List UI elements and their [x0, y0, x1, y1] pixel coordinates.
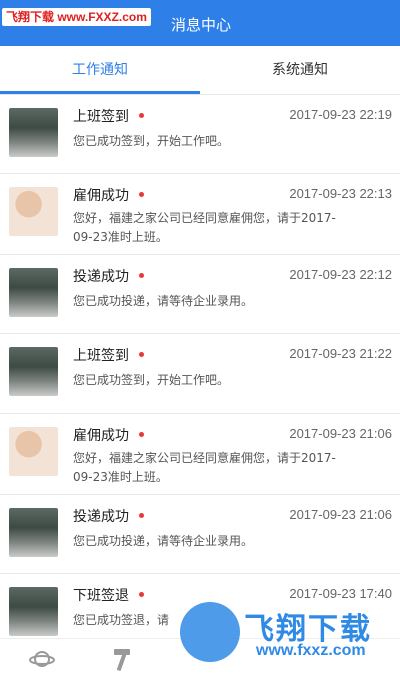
avatar	[9, 187, 58, 236]
app-header: 飞翔下载 www.FXXZ.com 消息中心	[0, 0, 400, 46]
unread-dot	[139, 273, 144, 278]
avatar	[9, 587, 58, 636]
unread-dot	[139, 592, 144, 597]
hammer-icon-svg	[114, 649, 130, 672]
watermark-bottom: 飞翔下载 www.fxxz.com	[178, 600, 392, 666]
message-body: 您已成功签到，开始工作吧。	[73, 373, 230, 387]
list-item[interactable]: 雇佣成功 2017-09-23 21:06 您好，福建之家公司已经同意雇佣您，请…	[0, 414, 400, 495]
message-body: 您好，福建之家公司已经同意雇佣您，请于2017-09-23准时上班。	[73, 211, 336, 244]
hammer-icon[interactable]	[108, 645, 136, 673]
tab-work-notice[interactable]: 工作通知	[0, 46, 200, 94]
unread-dot	[139, 513, 144, 518]
message-title: 上班签到	[73, 348, 129, 364]
watermark-top: 飞翔下载 www.FXXZ.com	[2, 8, 151, 26]
message-title: 投递成功	[73, 269, 129, 285]
message-time: 2017-09-23 21:06	[289, 426, 392, 441]
unread-dot	[139, 432, 144, 437]
list-item[interactable]: 上班签到 2017-09-23 22:19 您已成功签到，开始工作吧。	[0, 95, 400, 174]
planet-icon[interactable]	[28, 645, 56, 673]
avatar	[9, 347, 58, 396]
avatar	[9, 427, 58, 476]
message-body: 您已成功签到，开始工作吧。	[73, 134, 230, 148]
tab-bar: 工作通知 系统通知	[0, 46, 400, 95]
avatar	[9, 268, 58, 317]
list-item[interactable]: 投递成功 2017-09-23 21:06 您已成功投递，请等待企业录用。	[0, 495, 400, 574]
message-time: 2017-09-23 21:22	[289, 346, 392, 361]
message-title: 雇佣成功	[73, 428, 129, 444]
avatar	[9, 108, 58, 157]
message-body: 您已成功投递，请等待企业录用。	[73, 294, 254, 308]
avatar	[9, 508, 58, 557]
unread-dot	[139, 352, 144, 357]
message-time: 2017-09-23 22:13	[289, 186, 392, 201]
message-list: 上班签到 2017-09-23 22:19 您已成功签到，开始工作吧。 雇佣成功…	[0, 95, 400, 644]
message-title: 投递成功	[73, 509, 129, 525]
watermark-url: www.fxxz.com	[256, 642, 366, 659]
message-title: 雇佣成功	[73, 188, 129, 204]
planet-icon-svg	[29, 651, 55, 667]
unread-dot	[139, 192, 144, 197]
message-time: 2017-09-23 17:40	[289, 586, 392, 601]
page-title: 消息中心	[171, 16, 232, 34]
message-title: 下班签退	[73, 588, 129, 604]
message-body: 您好，福建之家公司已经同意雇佣您，请于2017-09-23准时上班。	[73, 451, 336, 484]
message-time: 2017-09-23 21:06	[289, 507, 392, 522]
message-body: 您已成功投递，请等待企业录用。	[73, 534, 254, 548]
list-item[interactable]: 上班签到 2017-09-23 21:22 您已成功签到，开始工作吧。	[0, 334, 400, 414]
message-time: 2017-09-23 22:19	[289, 107, 392, 122]
message-time: 2017-09-23 22:12	[289, 267, 392, 282]
unread-dot	[139, 113, 144, 118]
message-title: 上班签到	[73, 109, 129, 125]
watermark-logo-icon	[180, 602, 240, 662]
list-item[interactable]: 投递成功 2017-09-23 22:12 您已成功投递，请等待企业录用。	[0, 255, 400, 334]
tab-system-notice[interactable]: 系统通知	[200, 46, 400, 94]
list-item[interactable]: 雇佣成功 2017-09-23 22:13 您好，福建之家公司已经同意雇佣您，请…	[0, 174, 400, 255]
active-tab-indicator	[0, 91, 200, 94]
